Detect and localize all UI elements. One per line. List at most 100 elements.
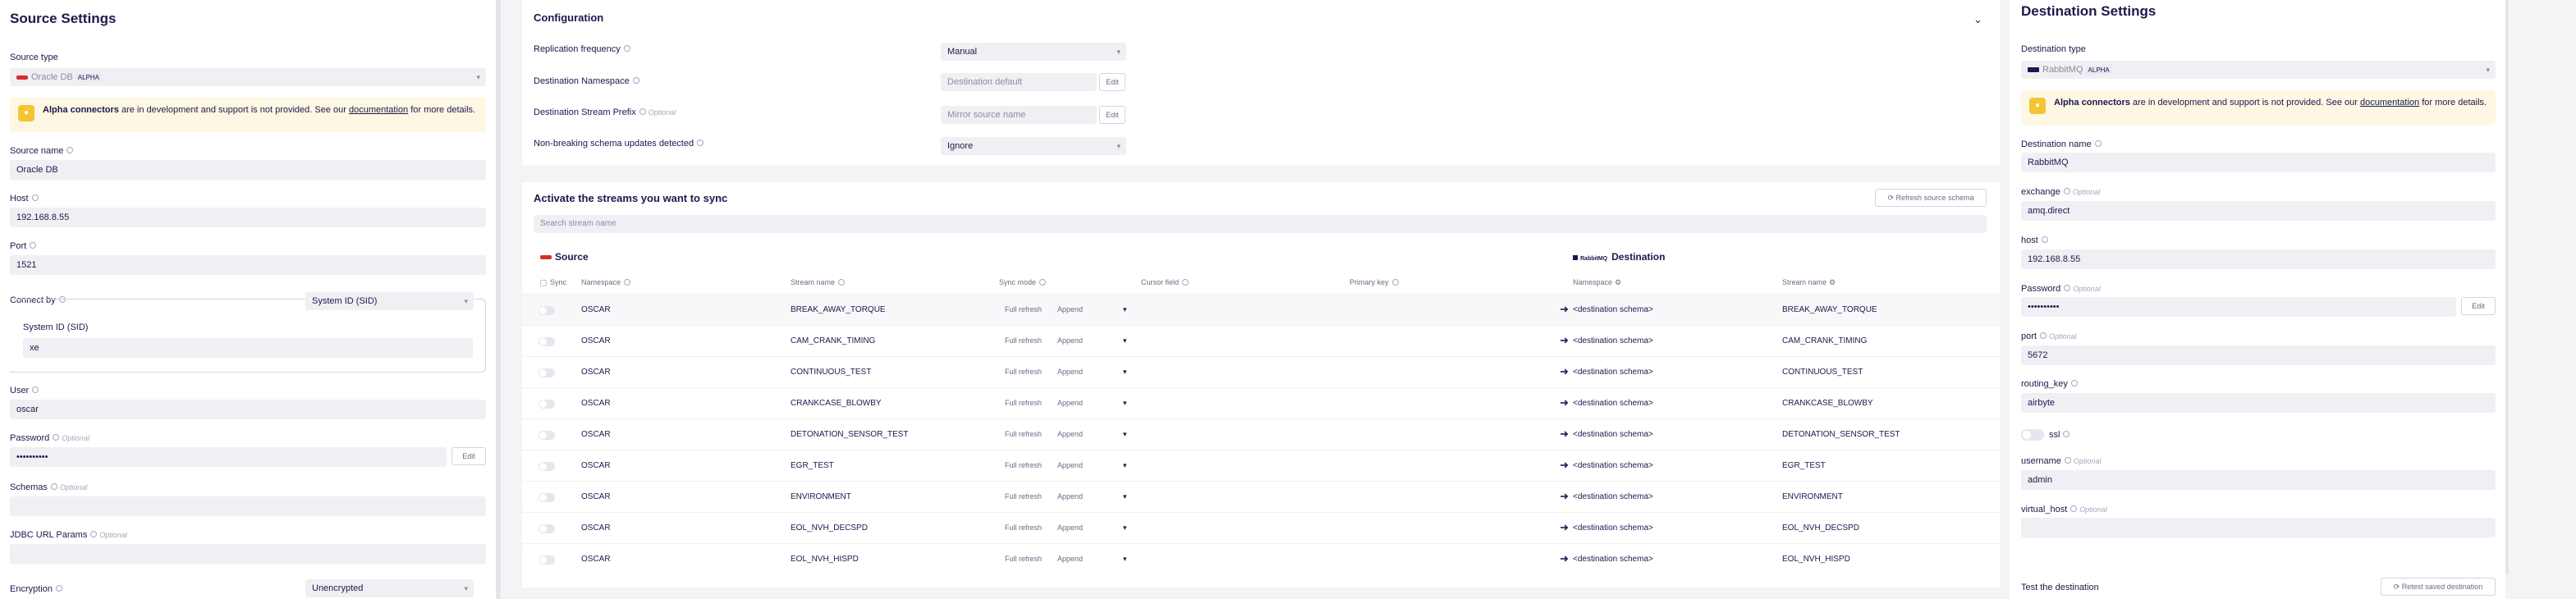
port-label: port Optional [2021,332,2077,341]
username-input[interactable]: admin [2021,470,2496,490]
stream-name-cell: EOL_NVH_HISPD [791,555,859,564]
schemas-input[interactable] [10,496,486,516]
sid-label: System ID (SID) [23,322,89,332]
routing-key-input[interactable]: airbyte [2021,393,2496,413]
password-input[interactable]: •••••••••• [10,447,447,467]
sync-mode-append[interactable]: Append [1057,305,1083,313]
sync-mode-caret-icon[interactable]: ▾ [1123,336,1127,345]
password-edit-button[interactable]: Edit [451,447,486,465]
non-breaking-updates-select[interactable]: Ignore ▾ [941,137,1126,155]
sync-mode-append[interactable]: Append [1057,492,1083,501]
user-input[interactable]: oscar [10,400,486,419]
sync-mode-full-refresh[interactable]: Full refresh [1005,492,1042,501]
info-icon [66,147,74,154]
sync-mode-append[interactable]: Append [1057,336,1083,345]
sync-mode-caret-icon[interactable]: ▾ [1123,555,1127,564]
info-icon [31,194,39,202]
sync-mode-full-refresh[interactable]: Full refresh [1005,399,1042,407]
exchange-label: exchange Optional [2021,187,2101,197]
chevron-down-icon: ▾ [1116,142,1121,150]
sync-mode-caret-icon[interactable]: ▾ [1123,430,1127,439]
jdbc-input[interactable] [10,544,486,564]
password-edit-button[interactable]: Edit [2461,297,2496,315]
sync-mode-full-refresh[interactable]: Full refresh [1005,524,1042,532]
sync-mode-caret-icon[interactable]: ▾ [1123,368,1127,377]
sync-mode-append[interactable]: Append [1057,399,1083,407]
sync-mode-append[interactable]: Append [1057,555,1083,563]
info-icon [2063,431,2070,438]
info-icon [2094,140,2102,148]
documentation-link[interactable]: documentation [349,105,408,115]
virtual-host-input[interactable] [2021,518,2496,537]
source-type-select[interactable]: Oracle DB ALPHA ▾ [10,68,486,86]
password-input[interactable]: •••••••••• [2021,297,2456,317]
destination-name-input[interactable]: RabbitMQ [2021,153,2496,172]
test-destination-bar: Test the destination ⟳ Retest saved dest… [2010,574,2505,599]
sync-mode-caret-icon[interactable]: ▾ [1123,524,1127,533]
namespace-cell: OSCAR [581,336,611,345]
test-destination-label: Test the destination [2021,583,2099,592]
chevron-down-icon: ▾ [464,297,468,305]
stream-search-input[interactable]: Search stream name [534,215,1987,233]
sync-toggle[interactable] [539,493,555,502]
sync-mode-full-refresh[interactable]: Full refresh [1005,430,1042,438]
sync-mode-append[interactable]: Append [1057,524,1083,532]
sync-toggle[interactable] [539,524,555,533]
arrow-right-icon: ➜ [1560,552,1569,565]
sync-toggle[interactable] [539,400,555,409]
refresh-source-schema-button[interactable]: ⟳ Refresh source schema [1875,189,1987,207]
destination-namespace-edit-button[interactable]: Edit [1099,73,1125,91]
stream-name-cell: BREAK_AWAY_TORQUE [791,305,886,314]
exchange-input[interactable]: amq.direct [2021,201,2496,221]
info-icon [2070,380,2078,387]
host-input[interactable]: 192.168.8.55 [2021,249,2496,269]
host-input[interactable]: 192.168.8.55 [10,208,486,227]
sync-mode-append[interactable]: Append [1057,368,1083,376]
stream-prefix-edit-button[interactable]: Edit [1099,106,1125,124]
sync-mode-full-refresh[interactable]: Full refresh [1005,368,1042,376]
sync-toggle[interactable] [539,556,555,565]
sync-mode-full-refresh[interactable]: Full refresh [1005,305,1042,313]
retest-destination-button[interactable]: ⟳ Retest saved destination [2381,578,2496,596]
port-input[interactable]: 1521 [10,255,486,275]
stream-name-cell: CRANKCASE_BLOWBY [791,399,882,408]
host-label: host [2021,235,2048,245]
alpha-badge: ALPHA [75,72,102,82]
namespace-cell: OSCAR [581,399,611,408]
connect-by-select[interactable]: System ID (SID) ▾ [305,292,474,310]
sync-mode-caret-icon[interactable]: ▾ [1123,492,1127,501]
info-icon [50,483,57,491]
stream-name-cell: EGR_TEST [791,461,834,470]
destination-type-select[interactable]: RabbitMQ ALPHA ▾ [2021,61,2496,79]
oracle-logo-icon [540,255,552,260]
source-scrollbar[interactable] [496,0,501,599]
sync-mode-append[interactable]: Append [1057,430,1083,438]
sync-mode-full-refresh[interactable]: Full refresh [1005,461,1042,469]
destination-scrollbar[interactable] [2505,0,2509,574]
ssl-toggle[interactable] [2021,429,2044,441]
sync-toggle[interactable] [539,368,555,377]
source-name-label: Source name [10,146,74,156]
sync-mode-caret-icon[interactable]: ▾ [1123,305,1127,314]
col-stream-name: Stream name [791,278,846,286]
encryption-select[interactable]: Unencrypted ▾ [305,579,474,597]
replication-frequency-select[interactable]: Manual ▾ [941,43,1126,61]
port-input[interactable]: 5672 [2021,345,2496,365]
sid-input[interactable]: xe [23,338,473,358]
collapse-chevron-icon[interactable]: ⌄ [1973,13,1982,26]
documentation-link[interactable]: documentation [2360,98,2419,107]
sync-toggle[interactable] [539,337,555,346]
sync-mode-caret-icon[interactable]: ▾ [1123,399,1127,408]
sync-toggle[interactable] [539,462,555,471]
source-type-label: Source type [10,53,58,62]
chevron-down-icon: ▾ [464,584,468,592]
sync-mode-full-refresh[interactable]: Full refresh [1005,336,1042,345]
sync-mode-full-refresh[interactable]: Full refresh [1005,555,1042,563]
sync-mode-append[interactable]: Append [1057,461,1083,469]
source-name-input[interactable]: Oracle DB [10,160,486,180]
info-icon [623,45,630,53]
sync-toggle[interactable] [539,306,555,315]
sync-toggle[interactable] [539,431,555,440]
sync-mode-caret-icon[interactable]: ▾ [1123,461,1127,470]
arrow-right-icon: ➜ [1560,428,1569,440]
